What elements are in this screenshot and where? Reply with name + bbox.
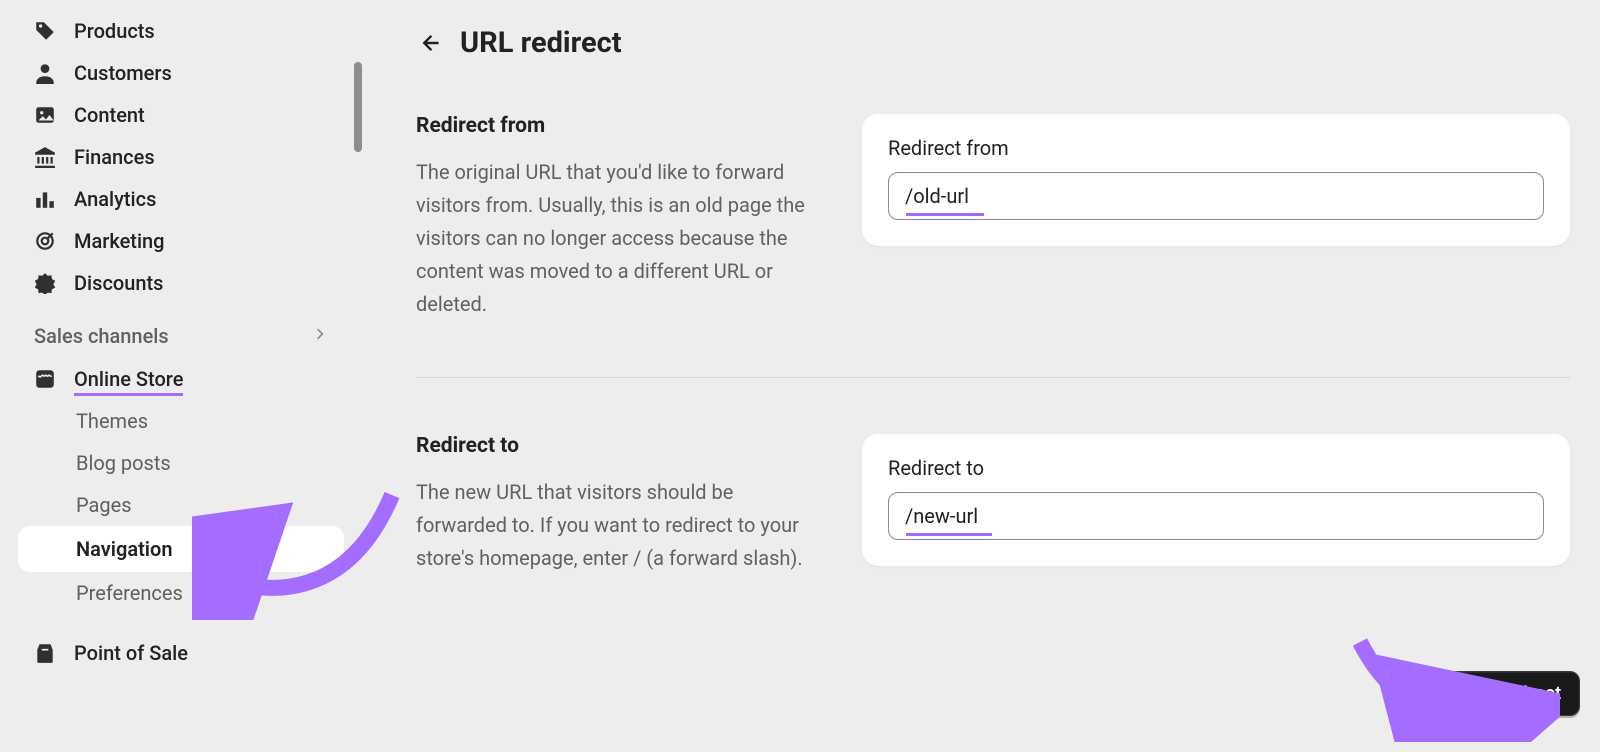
redirect-to-section: Redirect to The new URL that visitors sh… [416,434,1570,631]
nav-item-label: Online Store [74,367,183,391]
nav-item-customers[interactable]: Customers [0,52,362,94]
image-icon [34,104,56,126]
nav-item-products[interactable]: Products [0,10,362,52]
person-icon [34,62,56,84]
nav-item-label: Content [74,103,145,127]
nav-item-label: Marketing [74,229,165,253]
sub-item-label: Blog posts [76,451,171,475]
chevron-right-icon [312,326,328,346]
nav-item-label: Point of Sale [74,641,188,665]
nav-item-label: Discounts [74,271,163,295]
nav-item-label: Products [74,19,155,43]
redirect-from-input[interactable] [888,172,1544,220]
sub-item-label: Pages [76,493,132,517]
badge-icon [34,272,56,294]
redirect-from-card: Redirect from [862,114,1570,246]
section-description: Redirect from The original URL that you'… [416,114,816,321]
nav-item-discounts[interactable]: Discounts [0,262,362,304]
sub-item-label: Navigation [76,537,172,561]
sidebar: Products Customers Content Finances Anal… [0,0,362,752]
redirect-to-label: Redirect to [888,456,1544,480]
nav-item-label: Analytics [74,187,156,211]
bars-icon [34,188,56,210]
section-heading: Redirect from [416,114,816,138]
redirect-from-section: Redirect from The original URL that you'… [416,114,1570,378]
section-help-text: The original URL that you'd like to forw… [416,156,816,321]
nav-item-finances[interactable]: Finances [0,136,362,178]
section-label: Sales channels [34,324,169,348]
sub-item-preferences[interactable]: Preferences [0,572,362,614]
tag-icon [34,20,56,42]
nav-item-pos[interactable]: Point of Sale [0,632,362,674]
annotation-underline [906,213,984,216]
nav-item-label: Finances [74,145,155,169]
nav-item-label: Customers [74,61,172,85]
page-header: URL redirect [416,26,1570,60]
redirect-from-label: Redirect from [888,136,1544,160]
redirect-to-card: Redirect to [862,434,1570,566]
bank-icon [34,146,56,168]
page-title: URL redirect [460,26,622,60]
back-button[interactable] [416,30,442,56]
store-icon [34,368,56,390]
section-description: Redirect to The new URL that visitors sh… [416,434,816,575]
target-icon [34,230,56,252]
save-redirect-button[interactable]: Save redirect [1429,671,1580,716]
sub-item-pages[interactable]: Pages [0,484,362,526]
nav-item-online-store[interactable]: Online Store [0,358,362,400]
sub-item-label: Themes [76,409,148,433]
scrollbar[interactable] [354,62,362,152]
sales-channels-heading[interactable]: Sales channels [0,304,362,358]
pos-icon [34,642,56,664]
sub-item-navigation[interactable]: Navigation [18,526,344,572]
section-heading: Redirect to [416,434,816,458]
sub-item-themes[interactable]: Themes [0,400,362,442]
nav-item-marketing[interactable]: Marketing [0,220,362,262]
nav-item-content[interactable]: Content [0,94,362,136]
sub-item-blog-posts[interactable]: Blog posts [0,442,362,484]
section-help-text: The new URL that visitors should be forw… [416,476,816,575]
annotation-underline [906,533,992,536]
sub-item-label: Preferences [76,581,183,605]
nav-item-analytics[interactable]: Analytics [0,178,362,220]
main-content: URL redirect Redirect from The original … [362,0,1600,752]
